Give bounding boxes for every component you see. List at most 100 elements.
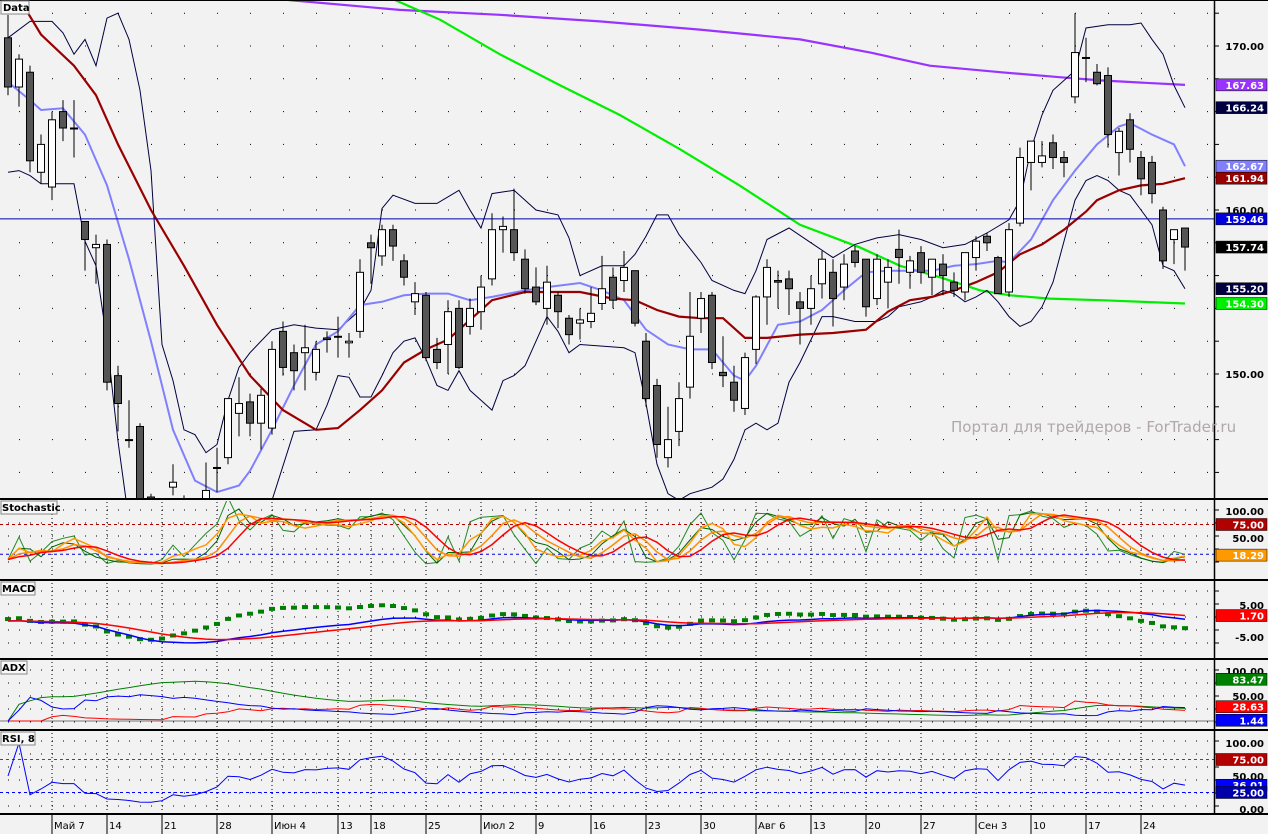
macd-histogram-mark (269, 606, 275, 611)
candle-body (917, 252, 925, 273)
panel-title-macd[interactable]: MACD (0, 581, 36, 596)
macd-histogram-mark (709, 618, 715, 623)
candle-body (334, 335, 342, 338)
candle-body (4, 37, 12, 88)
candle-body (884, 266, 892, 283)
date-label: Июл 2 (483, 821, 515, 832)
macd-histogram-mark (214, 621, 220, 626)
macd-histogram-mark (401, 606, 407, 611)
candle-body (763, 266, 771, 298)
candle (741, 352, 749, 415)
candle (103, 239, 111, 391)
panel-title-adx[interactable]: ADX (0, 660, 28, 675)
candle-body (125, 439, 133, 442)
watermark: Портал для трейдеров - ForTrader.ru (951, 418, 1236, 436)
candle-body (235, 403, 243, 414)
candle-body (422, 294, 430, 359)
date-label: 25 (428, 821, 441, 832)
candle-body (576, 319, 584, 324)
macd-histogram-mark (247, 611, 253, 616)
macd-histogram-mark (368, 603, 374, 608)
panel-title-stochastic[interactable]: Stochastic (0, 500, 61, 515)
candle-body (565, 317, 573, 336)
date-label: 23 (648, 821, 661, 832)
macd-histogram-mark (1116, 614, 1122, 619)
candle-body (807, 288, 815, 309)
macd-histogram-mark (742, 618, 748, 623)
candle-body (92, 243, 100, 249)
candle (994, 255, 1002, 295)
macd-histogram-mark (665, 625, 671, 630)
axis-tick-label: 100.00 (1225, 739, 1264, 750)
candle-body (840, 263, 848, 288)
candle-body (356, 271, 364, 332)
axis-tick-label: 100.00 (1225, 507, 1264, 518)
macd-histogram-mark (423, 612, 429, 617)
trading-chart: 170.00 16 0.00 150.00 167.63 166.24 162.67161.… (0, 0, 1268, 834)
macd-histogram-mark (192, 628, 198, 633)
value-label-text: 1.44 (1239, 716, 1264, 727)
panel-title-main-label: Data (3, 3, 30, 14)
candle-body (48, 119, 56, 188)
candle-body (686, 335, 694, 388)
macd-histogram-mark (819, 611, 825, 616)
candle-body (499, 225, 507, 231)
macd-histogram-mark (808, 612, 814, 617)
macd-histogram-mark (1149, 620, 1155, 625)
macd-histogram-mark (445, 615, 451, 620)
value-label-text: 1.70 (1239, 612, 1264, 623)
candle-body (631, 270, 639, 324)
value-label: 162.67 (1215, 159, 1268, 173)
candle-body (433, 348, 441, 364)
value-label-text: 28.63 (1232, 703, 1264, 714)
candle (268, 341, 276, 435)
macd-histogram-mark (412, 608, 418, 613)
candle-body (1016, 157, 1024, 224)
candle-body (367, 242, 375, 249)
candle (455, 300, 463, 370)
macd-histogram-mark (159, 636, 165, 641)
candle-body (697, 298, 705, 319)
panel-title-macd-label: MACD (2, 584, 35, 595)
date-label: 17 (1088, 821, 1101, 832)
macd-histogram-mark (489, 613, 495, 618)
candle-body (1093, 71, 1101, 85)
macd-histogram-mark (500, 612, 506, 617)
candle-body (939, 263, 947, 277)
macd-histogram-mark (203, 625, 209, 630)
candle-body (785, 278, 793, 290)
value-label: 18.29 (1215, 548, 1268, 562)
date-label: 9 (538, 821, 544, 832)
axis-tick-label: 0.00 (1239, 805, 1264, 816)
value-label: 166.24 (1215, 101, 1268, 115)
candle-body (598, 288, 606, 304)
panel-title-rsi[interactable]: RSI, 8 (0, 731, 36, 746)
candle (26, 65, 34, 173)
axis-tick-label: -5.00 (1235, 633, 1264, 644)
candle-body (642, 340, 650, 400)
candle (1016, 147, 1024, 227)
candle-body (906, 260, 914, 273)
candle-body (1137, 157, 1145, 180)
macd-histogram-mark (1160, 624, 1166, 629)
candle-body (961, 252, 969, 293)
candle-body (444, 311, 452, 345)
panel-title-main[interactable]: Data (0, 0, 30, 15)
macd-histogram-mark (313, 605, 319, 610)
date-label: Июн 4 (274, 821, 306, 832)
candle-body (620, 266, 628, 282)
candle (708, 292, 716, 370)
candle-body (818, 258, 826, 285)
candle-body (477, 286, 485, 313)
candle-body (466, 307, 474, 327)
candle-body (103, 243, 111, 383)
date-label: 10 (1033, 821, 1046, 832)
macd-histogram-mark (291, 605, 297, 610)
candle-body (862, 258, 870, 308)
macd-histogram-mark (236, 613, 242, 618)
candle-body (928, 258, 936, 278)
candle-body (543, 281, 551, 309)
candle-body (1159, 209, 1167, 262)
value-label: 155.20 (1215, 282, 1268, 296)
candle-body (752, 296, 760, 350)
